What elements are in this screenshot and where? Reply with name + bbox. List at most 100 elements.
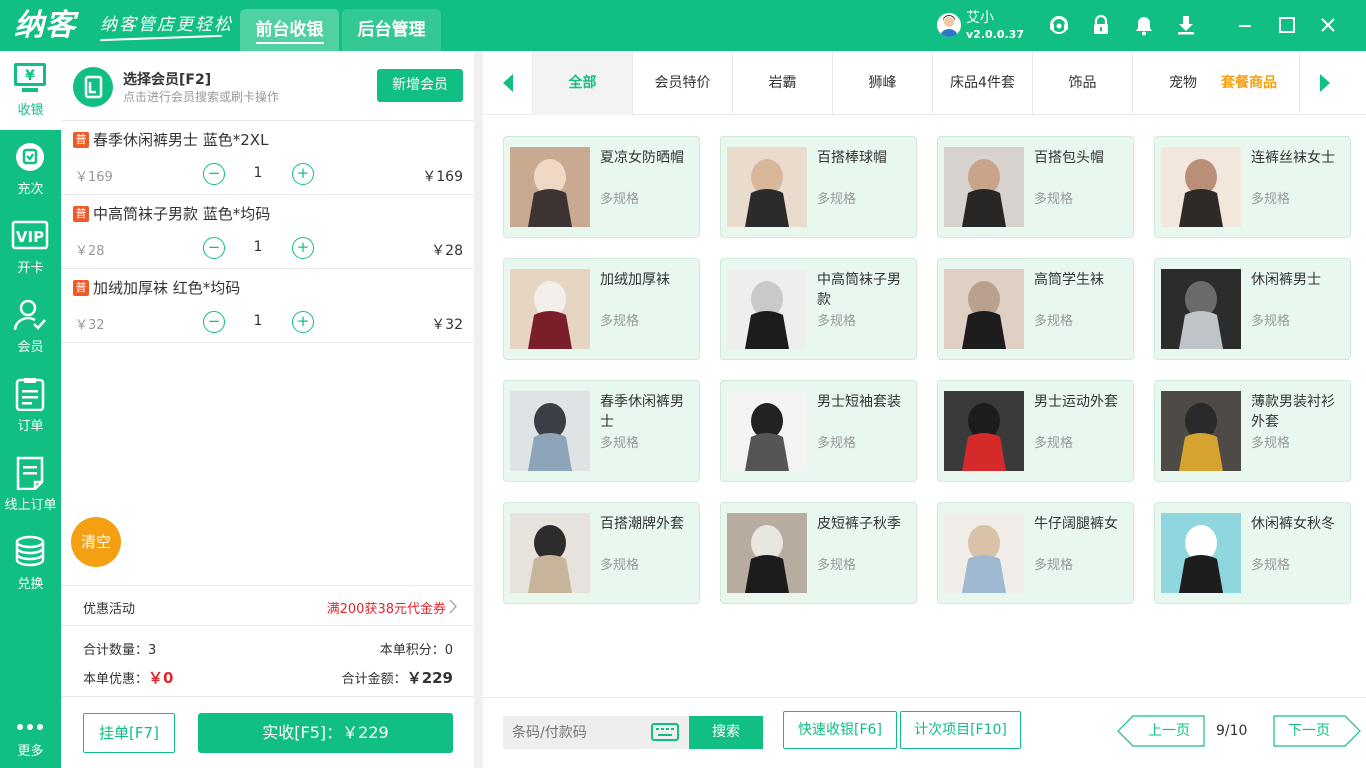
product-card[interactable]: 百搭潮牌外套 多规格	[503, 502, 700, 604]
product-image	[727, 269, 807, 349]
decrease-qty-button[interactable]: −	[203, 237, 225, 259]
category-tab[interactable]: 狮峰	[833, 51, 933, 115]
product-image	[727, 147, 807, 227]
member-type-badge: 普	[73, 206, 89, 222]
category-next-icon[interactable]	[1299, 51, 1349, 115]
sidebar-item-open-card[interactable]: VIP 开卡	[0, 209, 61, 288]
search-button[interactable]: 搜索	[689, 716, 763, 749]
cart-item-qty[interactable]: 1	[251, 313, 265, 329]
product-card[interactable]: 休闲裤女秋冬 多规格	[1154, 502, 1351, 604]
tab-backend-admin[interactable]: 后台管理	[342, 9, 441, 51]
sidebar-item-online-orders[interactable]: 线上订单	[0, 446, 61, 525]
svg-text:VIP: VIP	[16, 228, 44, 246]
bell-icon[interactable]	[1133, 14, 1155, 36]
increase-qty-button[interactable]: +	[292, 163, 314, 185]
user-avatar[interactable]	[937, 13, 961, 37]
product-spec: 多规格	[600, 192, 640, 207]
checkout-button[interactable]: 实收[F5]：￥229	[198, 713, 453, 753]
product-card[interactable]: 男士运动外套 多规格	[937, 380, 1134, 482]
lock-icon[interactable]	[1090, 14, 1112, 36]
cashier-icon: ¥	[11, 61, 49, 95]
category-tab[interactable]: 宠物	[1133, 51, 1233, 115]
cart-item[interactable]: 普 春季休闲裤男士 蓝色*2XL ￥169 − 1 + ￥169	[61, 121, 474, 195]
category-tab-bundle[interactable]: 套餐商品	[1221, 51, 1277, 115]
svg-text:¥: ¥	[25, 68, 35, 84]
sidebar-item-more[interactable]: 更多	[0, 711, 61, 768]
promotion-label: 优惠活动	[83, 602, 136, 617]
order-total-value: ￥229	[406, 669, 453, 687]
promotion-row[interactable]: 优惠活动 满200获38元代金券	[61, 585, 474, 626]
order-points: 本单积分：0	[380, 639, 453, 658]
cart-item[interactable]: 普 加绒加厚袜 红色*均码 ￥32 − 1 + ￥32	[61, 269, 474, 343]
add-member-button[interactable]: 新增会员	[377, 69, 463, 102]
decrease-qty-button[interactable]: −	[203, 163, 225, 185]
product-image	[510, 513, 590, 593]
support-icon[interactable]	[1048, 14, 1070, 36]
decrease-qty-button[interactable]: −	[203, 311, 225, 333]
more-dots-icon	[11, 721, 49, 733]
tab-front-cashier[interactable]: 前台收银	[240, 9, 339, 51]
cart-item-qty[interactable]: 1	[251, 239, 265, 255]
prev-page-button[interactable]: 上一页	[1117, 715, 1205, 747]
sidebar-item-exchange[interactable]: 兑换	[0, 525, 61, 604]
product-card[interactable]: 薄款男装衬衫外套 多规格	[1154, 380, 1351, 482]
category-tab[interactable]: 床品4件套	[933, 51, 1033, 115]
product-card[interactable]: 高筒学生袜 多规格	[937, 258, 1134, 360]
order-points-value: 0	[444, 643, 453, 658]
sidebar-item-member[interactable]: 会员	[0, 288, 61, 367]
download-icon[interactable]	[1175, 14, 1197, 36]
count-items-button[interactable]: 计次项目[F10]	[900, 711, 1021, 749]
product-image	[1161, 147, 1241, 227]
product-spec: 多规格	[1251, 314, 1291, 329]
product-card[interactable]: 加绒加厚袜 多规格	[503, 258, 700, 360]
hold-order-button[interactable]: 挂单[F7]	[83, 713, 175, 753]
product-card[interactable]: 皮短裤子秋季 多规格	[720, 502, 917, 604]
user-name: 艾小	[966, 10, 994, 26]
member-type-badge: 普	[73, 280, 89, 296]
product-image	[944, 147, 1024, 227]
keyboard-icon[interactable]	[651, 722, 679, 742]
product-card[interactable]: 夏凉女防晒帽 多规格	[503, 136, 700, 238]
product-card[interactable]: 春季休闲裤男士 多规格	[503, 380, 700, 482]
timer-icon	[11, 140, 49, 174]
clear-cart-button[interactable]: 清空	[71, 517, 121, 567]
sidebar-item-recharge-count[interactable]: 充次	[0, 130, 61, 209]
product-card[interactable]: 休闲裤男士 多规格	[1154, 258, 1351, 360]
promotion-value: 满200获38元代金券	[326, 602, 446, 617]
sidebar-item-cashier[interactable]: ¥ 收银	[0, 51, 61, 130]
increase-qty-button[interactable]: +	[292, 237, 314, 259]
quick-cashier-button[interactable]: 快速收银[F6]	[783, 711, 897, 749]
sidebar-item-orders[interactable]: 订单	[0, 367, 61, 446]
category-tab[interactable]: 岩霸	[733, 51, 833, 115]
product-spec: 多规格	[817, 314, 857, 329]
category-tab[interactable]: 全部	[533, 51, 633, 115]
order-total-label: 合计金额：	[341, 672, 407, 687]
order-total: 合计金额：￥229	[342, 667, 453, 688]
category-tab[interactable]: 饰品	[1033, 51, 1133, 115]
cart-item[interactable]: 普 中高筒袜子男款 蓝色*均码 ￥28 − 1 + ￥28	[61, 195, 474, 269]
maximize-icon[interactable]	[1276, 14, 1298, 36]
cart-item-qty[interactable]: 1	[251, 165, 265, 181]
product-name: 休闲裤男士	[1251, 272, 1321, 288]
product-name: 皮短裤子秋季	[817, 516, 901, 532]
product-card[interactable]: 百搭包头帽 多规格	[937, 136, 1134, 238]
close-icon[interactable]	[1317, 14, 1339, 36]
product-card[interactable]: 百搭棒球帽 多规格	[720, 136, 917, 238]
category-tab[interactable]: 会员特价	[633, 51, 733, 115]
minimize-icon[interactable]	[1234, 14, 1256, 36]
member-type-badge: 普	[73, 132, 89, 148]
increase-qty-button[interactable]: +	[292, 311, 314, 333]
product-card[interactable]: 连裤丝袜女士 多规格	[1154, 136, 1351, 238]
cart-item-price: ￥28	[75, 244, 105, 259]
product-card[interactable]: 牛仔阔腿裤女 多规格	[937, 502, 1134, 604]
next-page-button[interactable]: 下一页	[1273, 715, 1361, 747]
product-card[interactable]: 男士短袖套装 多规格	[720, 380, 917, 482]
product-image	[510, 147, 590, 227]
product-card[interactable]: 中高筒袜子男款 多规格	[720, 258, 917, 360]
product-name: 夏凉女防晒帽	[600, 150, 684, 166]
panel-divider	[474, 51, 483, 768]
product-name: 春季休闲裤男士	[600, 394, 684, 430]
category-prev-icon[interactable]	[483, 51, 533, 115]
sidebar: ¥ 收银 充次 VIP 开卡 会员 订单 线上订单 兑换 更多	[0, 51, 61, 768]
sidebar-item-label: 更多	[17, 744, 44, 759]
